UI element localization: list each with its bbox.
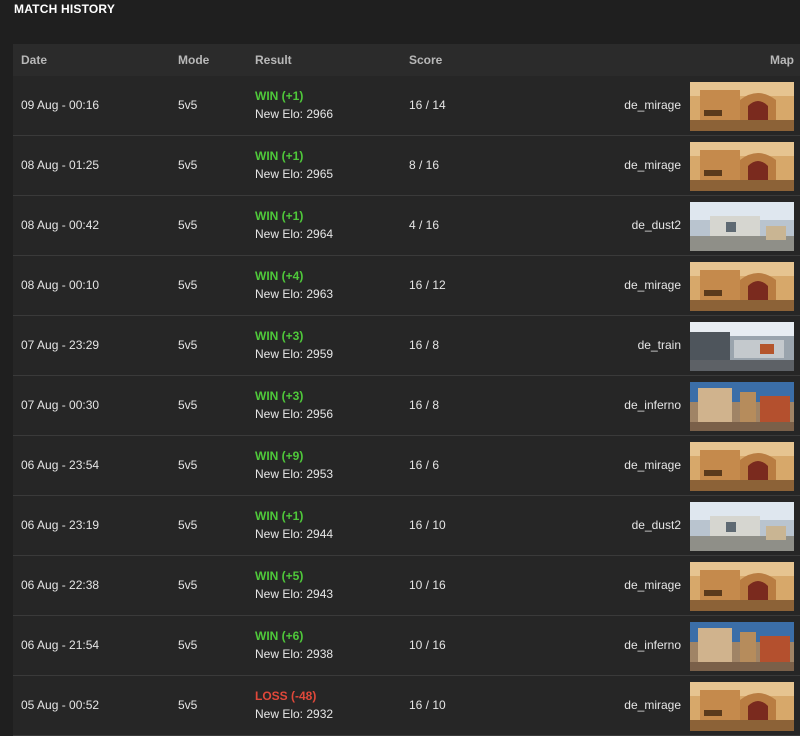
match-row[interactable]: 06 Aug - 23:19 5v5 WIN (+1) New Elo: 2944 16… bbox=[13, 496, 800, 556]
match-date: 06 Aug - 22:38 bbox=[21, 578, 100, 592]
match-row[interactable]: 06 Aug - 23:54 5v5 WIN (+9) New Elo: 2953 16… bbox=[13, 436, 800, 496]
match-score: 16 / 6 bbox=[409, 458, 440, 472]
match-date: 07 Aug - 00:30 bbox=[21, 398, 100, 412]
match-date: 08 Aug - 01:25 bbox=[21, 158, 100, 172]
match-result: WIN (+1) bbox=[255, 209, 304, 223]
match-map-name: de_mirage bbox=[624, 698, 681, 712]
match-score: 10 / 16 bbox=[409, 578, 446, 592]
match-result: WIN (+9) bbox=[255, 449, 304, 463]
match-score: 16 / 8 bbox=[409, 338, 440, 352]
match-result: WIN (+4) bbox=[255, 269, 304, 283]
match-score: 8 / 16 bbox=[409, 158, 440, 172]
match-new-elo: New Elo: 2943 bbox=[255, 587, 334, 601]
match-result: WIN (+1) bbox=[255, 89, 304, 103]
match-map-name: de_mirage bbox=[624, 458, 681, 472]
match-new-elo: New Elo: 2959 bbox=[255, 347, 334, 361]
map-thumbnail bbox=[690, 442, 794, 491]
match-result: WIN (+3) bbox=[255, 329, 304, 343]
match-date: 07 Aug - 23:29 bbox=[21, 338, 100, 352]
map-thumbnail bbox=[690, 262, 794, 311]
match-date: 06 Aug - 23:54 bbox=[21, 458, 100, 472]
match-row[interactable]: 09 Aug - 00:16 5v5 WIN (+1) New Elo: 2966 16… bbox=[13, 76, 800, 136]
match-map-name: de_inferno bbox=[624, 638, 681, 652]
match-date: 08 Aug - 00:42 bbox=[21, 218, 100, 232]
match-score: 16 / 12 bbox=[409, 278, 446, 292]
match-row[interactable]: 07 Aug - 00:30 5v5 WIN (+3) New Elo: 2956 16… bbox=[13, 376, 800, 436]
column-header-map[interactable]: Map bbox=[770, 53, 794, 67]
match-mode: 5v5 bbox=[178, 158, 198, 172]
table-header: Date Mode Result Score Map bbox=[13, 44, 800, 76]
column-header-score[interactable]: Score bbox=[409, 53, 442, 67]
match-new-elo: New Elo: 2953 bbox=[255, 467, 334, 481]
map-thumbnail bbox=[690, 202, 794, 251]
map-thumbnail bbox=[690, 682, 794, 731]
match-score: 16 / 14 bbox=[409, 98, 446, 112]
match-row[interactable]: 06 Aug - 22:38 5v5 WIN (+5) New Elo: 2943 10… bbox=[13, 556, 800, 616]
match-mode: 5v5 bbox=[178, 278, 198, 292]
match-new-elo: New Elo: 2965 bbox=[255, 167, 334, 181]
match-mode: 5v5 bbox=[178, 698, 198, 712]
match-map-name: de_mirage bbox=[624, 158, 681, 172]
match-result: LOSS (-48) bbox=[255, 689, 317, 703]
column-header-date[interactable]: Date bbox=[21, 53, 47, 67]
column-header-mode[interactable]: Mode bbox=[178, 53, 209, 67]
match-result: WIN (+1) bbox=[255, 509, 304, 523]
match-mode: 5v5 bbox=[178, 218, 198, 232]
match-map-name: de_dust2 bbox=[631, 518, 681, 532]
map-thumbnail bbox=[690, 382, 794, 431]
column-header-result[interactable]: Result bbox=[255, 53, 292, 67]
match-row[interactable]: 08 Aug - 01:25 5v5 WIN (+1) New Elo: 2965 8 … bbox=[13, 136, 800, 196]
match-new-elo: New Elo: 2932 bbox=[255, 707, 334, 721]
match-score: 4 / 16 bbox=[409, 218, 440, 232]
match-result: WIN (+6) bbox=[255, 629, 304, 643]
map-thumbnail bbox=[690, 142, 794, 191]
match-map-name: de_mirage bbox=[624, 578, 681, 592]
map-thumbnail bbox=[690, 502, 794, 551]
match-new-elo: New Elo: 2964 bbox=[255, 227, 334, 241]
match-mode: 5v5 bbox=[178, 398, 198, 412]
match-new-elo: New Elo: 2944 bbox=[255, 527, 334, 541]
match-mode: 5v5 bbox=[178, 458, 198, 472]
match-mode: 5v5 bbox=[178, 518, 198, 532]
match-score: 10 / 16 bbox=[409, 638, 446, 652]
match-map-name: de_mirage bbox=[624, 278, 681, 292]
match-row[interactable]: 05 Aug - 00:52 5v5 LOSS (-48) New Elo: 2932… bbox=[13, 676, 800, 736]
match-result: WIN (+3) bbox=[255, 389, 304, 403]
match-mode: 5v5 bbox=[178, 638, 198, 652]
match-row[interactable]: 08 Aug - 00:10 5v5 WIN (+4) New Elo: 2963 16… bbox=[13, 256, 800, 316]
match-map-name: de_mirage bbox=[624, 98, 681, 112]
match-mode: 5v5 bbox=[178, 338, 198, 352]
match-new-elo: New Elo: 2956 bbox=[255, 407, 334, 421]
map-thumbnail bbox=[690, 322, 794, 371]
map-thumbnail bbox=[690, 82, 794, 131]
match-date: 08 Aug - 00:10 bbox=[21, 278, 100, 292]
match-mode: 5v5 bbox=[178, 98, 198, 112]
map-thumbnail bbox=[690, 562, 794, 611]
map-thumbnail bbox=[690, 622, 794, 671]
match-history-table: Date Mode Result Score Map 09 Aug - 00:1… bbox=[13, 44, 800, 736]
match-result: WIN (+1) bbox=[255, 149, 304, 163]
table-body: 09 Aug - 00:16 5v5 WIN (+1) New Elo: 2966 16… bbox=[13, 76, 800, 736]
match-map-name: de_dust2 bbox=[631, 218, 681, 232]
match-date: 05 Aug - 00:52 bbox=[21, 698, 100, 712]
match-new-elo: New Elo: 2966 bbox=[255, 107, 334, 121]
match-score: 16 / 10 bbox=[409, 698, 446, 712]
page-title: MATCH HISTORY bbox=[14, 2, 116, 16]
match-row[interactable]: 07 Aug - 23:29 5v5 WIN (+3) New Elo: 2959 16… bbox=[13, 316, 800, 376]
match-map-name: de_train bbox=[637, 338, 681, 352]
match-score: 16 / 10 bbox=[409, 518, 446, 532]
match-row[interactable]: 06 Aug - 21:54 5v5 WIN (+6) New Elo: 2938 10… bbox=[13, 616, 800, 676]
match-mode: 5v5 bbox=[178, 578, 198, 592]
match-new-elo: New Elo: 2963 bbox=[255, 287, 334, 301]
match-date: 06 Aug - 23:19 bbox=[21, 518, 100, 532]
match-map-name: de_inferno bbox=[624, 398, 681, 412]
match-date: 09 Aug - 00:16 bbox=[21, 98, 100, 112]
match-score: 16 / 8 bbox=[409, 398, 440, 412]
match-new-elo: New Elo: 2938 bbox=[255, 647, 334, 661]
match-date: 06 Aug - 21:54 bbox=[21, 638, 100, 652]
match-row[interactable]: 08 Aug - 00:42 5v5 WIN (+1) New Elo: 2964 4 … bbox=[13, 196, 800, 256]
match-result: WIN (+5) bbox=[255, 569, 304, 583]
